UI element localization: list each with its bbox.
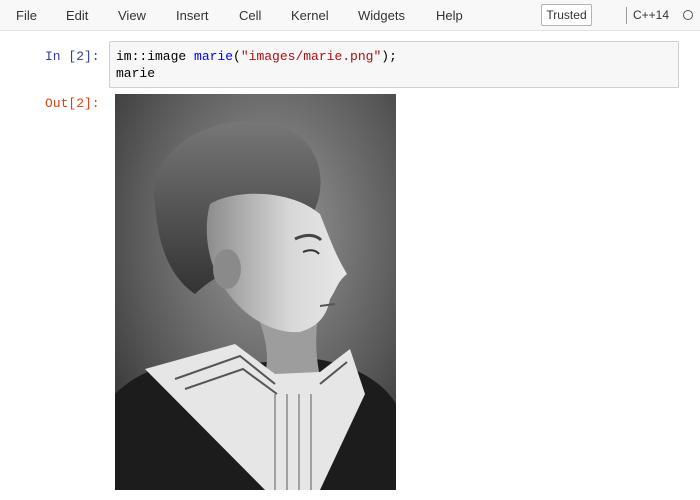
kernel-status-icon [683, 10, 693, 20]
code-line-2: marie [116, 66, 156, 81]
menu-insert[interactable]: Insert [176, 0, 209, 31]
code-token-string: "images/marie.png" [240, 49, 382, 64]
code-input-area[interactable]: im::image marie("images/marie.png"); mar… [109, 41, 679, 88]
menu-cell[interactable]: Cell [239, 0, 261, 31]
code-token-variable: marie [194, 49, 234, 64]
menu-edit[interactable]: Edit [66, 0, 88, 31]
menu-kernel[interactable]: Kernel [291, 0, 329, 31]
code-token: ); [381, 49, 397, 64]
menubar: File Edit View Insert Cell Kernel Widget… [0, 0, 700, 31]
menubar-separator [626, 7, 627, 24]
output-portrait-image [115, 94, 396, 490]
output-prompt: Out[2]: [45, 96, 100, 111]
kernel-name[interactable]: C++14 [633, 0, 669, 31]
input-prompt: In [2]: [45, 49, 100, 64]
trusted-button[interactable]: Trusted [541, 4, 592, 26]
menu-help[interactable]: Help [436, 0, 463, 31]
code-token: ( [233, 49, 241, 64]
code-token: im::image [116, 49, 195, 64]
menu-view[interactable]: View [118, 0, 146, 31]
menu-widgets[interactable]: Widgets [358, 0, 405, 31]
menu-file[interactable]: File [16, 0, 37, 31]
